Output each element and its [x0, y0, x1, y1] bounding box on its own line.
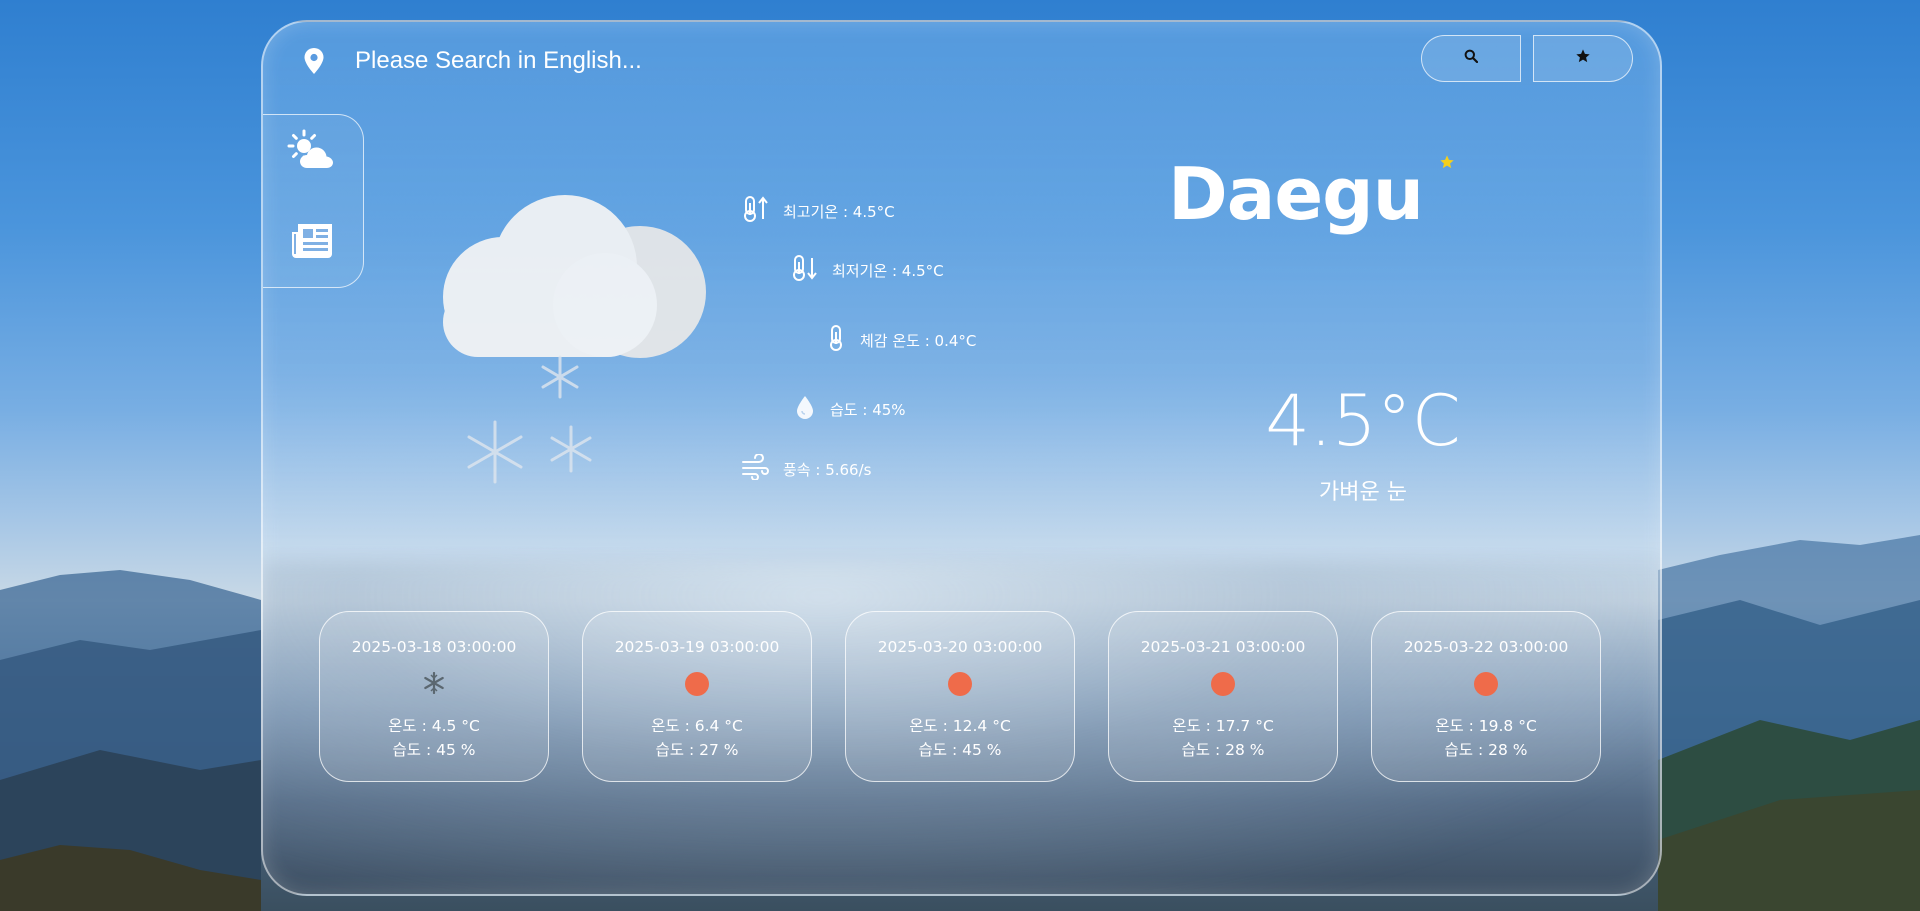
favorites-button[interactable]: [1533, 35, 1633, 82]
forecast-temp: 온도 : 6.4 °C: [651, 717, 743, 735]
wind-icon: [741, 453, 783, 484]
wind-label: 풍속 : 5.66/s: [783, 460, 872, 479]
forecast-card: 2025-03-19 03:00:00 온도 : 6.4 °C 습도 : 27 …: [582, 611, 812, 782]
search-bar: [303, 42, 957, 80]
water-drop-icon: [794, 394, 830, 424]
favorite-star-icon[interactable]: [1439, 154, 1455, 175]
sun-cloud-icon: [285, 128, 339, 177]
cloud-snow-icon: [415, 177, 715, 522]
sun-icon: [685, 672, 709, 696]
forecast-date: 2025-03-22 03:00:00: [1403, 638, 1569, 656]
forecast-humidity: 습도 : 45 %: [392, 741, 476, 759]
side-nav: [263, 114, 364, 288]
forecast-card: 2025-03-18 03:00:00 온도 : 4.5 °C 습도 : 45 …: [319, 611, 549, 782]
max-temp-label: 최고기온 : 4.5°C: [783, 202, 895, 221]
search-button[interactable]: [1421, 35, 1521, 82]
current-temperature: 4.5°C: [1265, 380, 1461, 462]
forecast-temp: 온도 : 19.8 °C: [1435, 717, 1537, 735]
forecast-card: 2025-03-20 03:00:00 온도 : 12.4 °C 습도 : 45…: [845, 611, 1075, 782]
search-icon: [1464, 49, 1479, 68]
humidity-row: 습도 : 45%: [794, 394, 906, 424]
star-icon: [1575, 48, 1591, 69]
thermometer-icon: [826, 324, 860, 356]
sun-icon: [948, 672, 972, 696]
forecast-humidity: 습도 : 28 %: [1444, 741, 1528, 759]
map-pin-icon: [303, 47, 325, 75]
forecast-date: 2025-03-18 03:00:00: [351, 638, 517, 656]
forecast-temp: 온도 : 12.4 °C: [909, 717, 1011, 735]
max-temp-row: 최고기온 : 4.5°C: [741, 195, 895, 227]
forecast-date: 2025-03-19 03:00:00: [614, 638, 780, 656]
thermometer-down-icon: [790, 254, 832, 286]
snowflake-icon: [320, 672, 548, 694]
city-name: Daegu: [1168, 152, 1424, 236]
weather-panel: 최고기온 : 4.5°C 최저기온 : 4.5°C 체감 온도 : 0.4°C …: [261, 20, 1662, 896]
min-temp-label: 최저기온 : 4.5°C: [832, 261, 944, 280]
newspaper-icon: [290, 220, 334, 265]
humidity-label: 습도 : 45%: [830, 400, 906, 419]
forecast-humidity: 습도 : 45 %: [918, 741, 1002, 759]
min-temp-row: 최저기온 : 4.5°C: [790, 254, 944, 286]
weather-description: 가벼운 눈: [1319, 480, 1407, 505]
nav-weather[interactable]: [285, 129, 339, 175]
feels-like-row: 체감 온도 : 0.4°C: [826, 324, 976, 356]
thermometer-up-icon: [741, 195, 783, 227]
forecast-temp: 온도 : 17.7 °C: [1172, 717, 1274, 735]
forecast-humidity: 습도 : 27 %: [655, 741, 739, 759]
wind-row: 풍속 : 5.66/s: [741, 453, 872, 484]
forecast-date: 2025-03-20 03:00:00: [877, 638, 1043, 656]
forecast-temp: 온도 : 4.5 °C: [388, 717, 480, 735]
search-input[interactable]: [353, 42, 957, 80]
nav-news[interactable]: [285, 219, 339, 265]
forecast-card: 2025-03-21 03:00:00 온도 : 17.7 °C 습도 : 28…: [1108, 611, 1338, 782]
forecast-date: 2025-03-21 03:00:00: [1140, 638, 1306, 656]
feels-like-label: 체감 온도 : 0.4°C: [860, 331, 977, 350]
sun-icon: [1474, 672, 1498, 696]
forecast-humidity: 습도 : 28 %: [1181, 741, 1265, 759]
forecast-card: 2025-03-22 03:00:00 온도 : 19.8 °C 습도 : 28…: [1371, 611, 1601, 782]
sun-icon: [1211, 672, 1235, 696]
